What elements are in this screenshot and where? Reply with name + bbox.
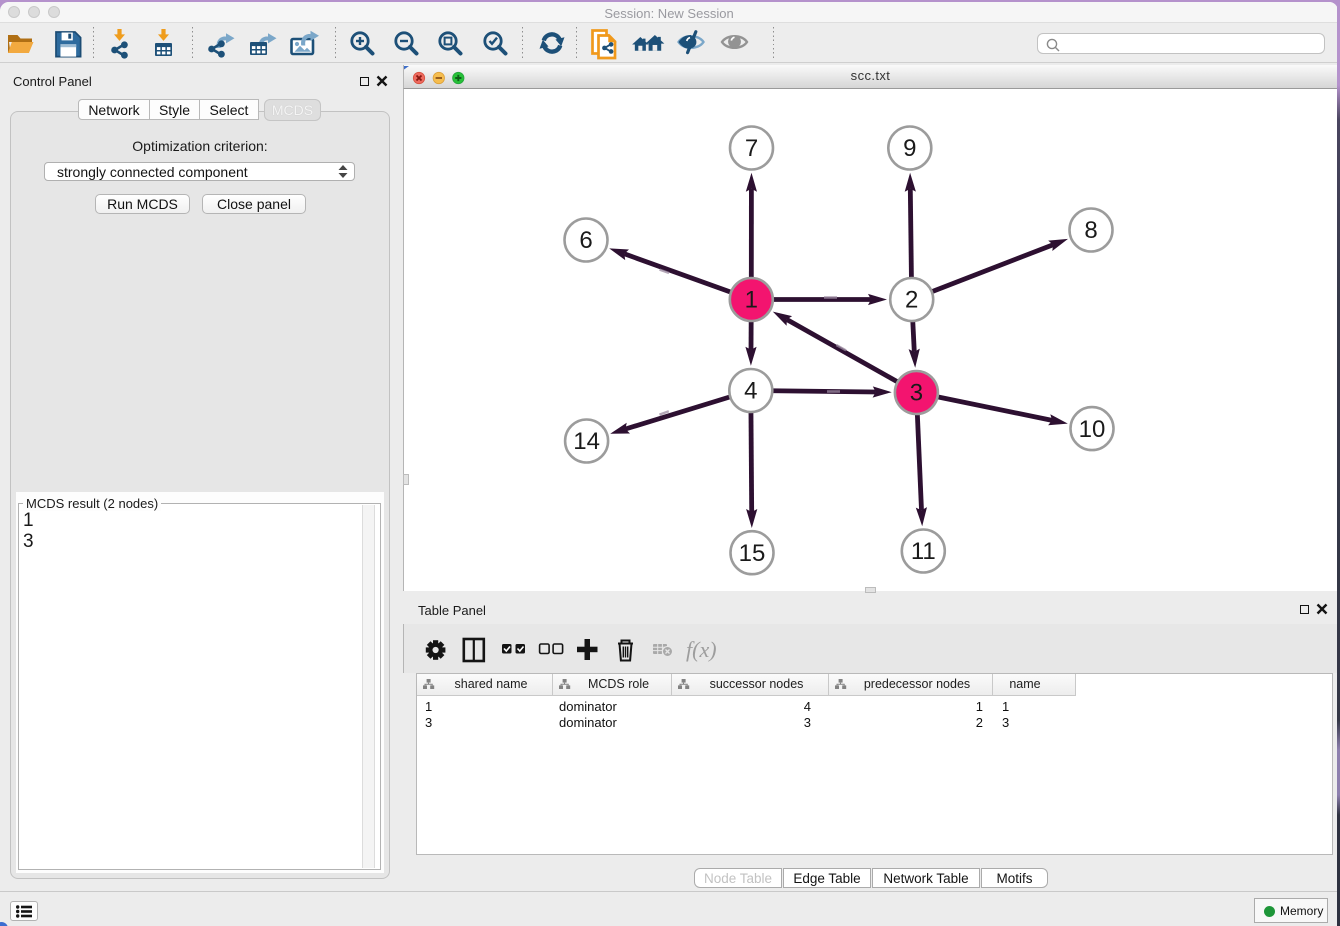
svg-text:9: 9 [903,135,916,162]
svg-text:11: 11 [911,538,936,565]
svg-text:f(x): f(x) [686,637,717,662]
svg-text:7: 7 [745,135,758,162]
svg-text:3: 3 [910,380,923,407]
svg-text:10: 10 [1079,416,1106,443]
svg-text:2: 2 [905,287,918,314]
svg-text:8: 8 [1084,217,1097,244]
svg-text:15: 15 [739,540,766,567]
svg-text:14: 14 [573,428,600,455]
svg-text:6: 6 [579,227,592,254]
svg-text:4: 4 [744,378,757,405]
svg-text:1: 1 [745,287,758,314]
